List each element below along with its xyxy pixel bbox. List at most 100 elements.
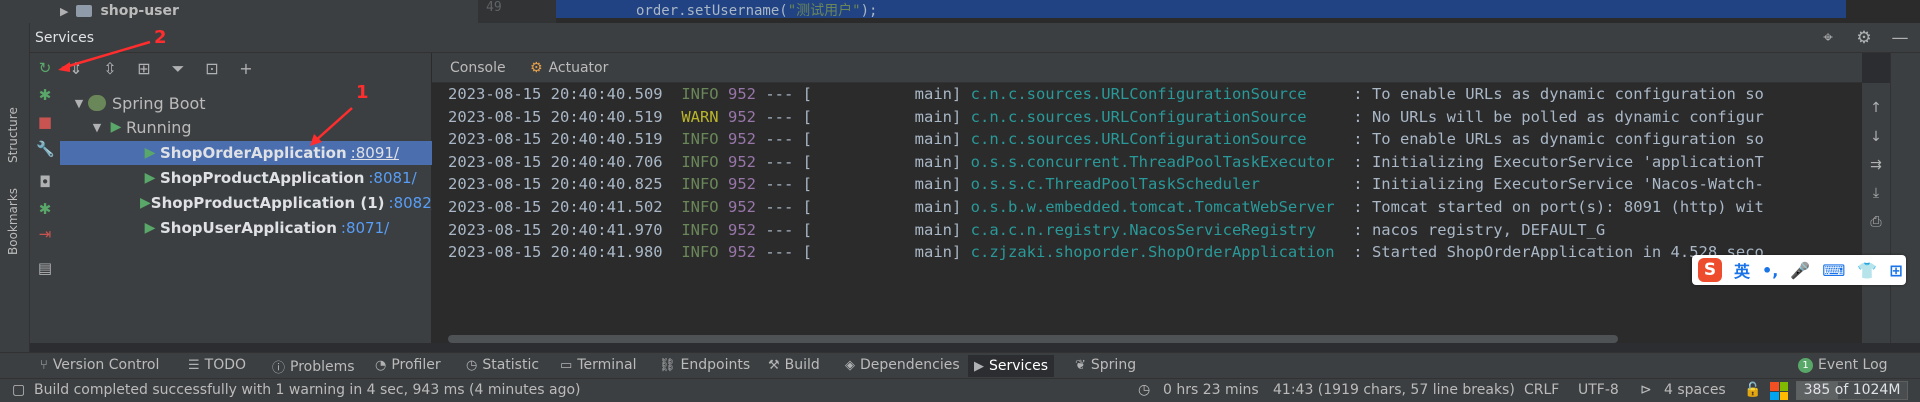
expand-all-icon[interactable]: ⇕ <box>66 59 86 79</box>
code-line[interactable]: order.setUsername("测试用户"); <box>556 0 1846 19</box>
tool-window-endpoints[interactable]: ⛓ Endpoints <box>659 357 750 373</box>
tool-window-version-control[interactable]: ⑂ Version Control <box>40 357 159 373</box>
wrench-icon[interactable]: 🔧 <box>36 140 55 158</box>
app-port-link[interactable]: :8082/ <box>389 194 437 212</box>
tool-window-bar: ⑂ Version Control ☰ TODO ⓘ Problems ◔ Profiler ◷… <box>0 352 1920 378</box>
tree-node-spring-boot[interactable]: ▼ Spring Boot <box>60 91 432 115</box>
status-position[interactable]: 41:43 (1919 chars, 57 line breaks) <box>1273 382 1515 398</box>
services-title: Services <box>35 30 95 46</box>
memory-indicator[interactable]: 385 of 1024M <box>1796 381 1908 400</box>
tool-window-label: Terminal <box>577 357 637 373</box>
timer-icon: ◷ <box>1138 382 1151 398</box>
log-logger[interactable]: c.n.c.sources.URLConfigurationSource <box>971 108 1344 126</box>
project-tree-item[interactable]: ▶ shop-user <box>60 3 179 19</box>
crosshair-icon[interactable]: ⌖ <box>1818 28 1838 48</box>
tool-window-label: Build <box>784 357 820 373</box>
log-line: 2023-08-15 20:40:41.502 INFO 952 --- [ m… <box>448 198 1764 222</box>
tool-window-terminal[interactable]: ▭ Terminal <box>560 357 636 373</box>
ime-punctuation[interactable]: •, <box>1762 261 1778 280</box>
tree-node-app[interactable]: ▶ ShopProductApplication (1):8082/ <box>60 191 437 215</box>
tool-window-profiler[interactable]: ◔ Profiler <box>375 357 441 373</box>
bookmarks-tab[interactable]: Bookmarks <box>6 188 20 255</box>
services-icon: ▶ <box>974 358 984 374</box>
status-encoding[interactable]: UTF-8 <box>1578 382 1619 398</box>
tab-console[interactable]: Console <box>450 60 506 76</box>
log-logger[interactable]: c.n.c.sources.URLConfigurationSource <box>971 130 1344 148</box>
annotation-label-1: 1 <box>356 82 369 103</box>
grid-icon[interactable]: ⊞ <box>1889 261 1902 280</box>
log-logger[interactable]: c.n.c.sources.URLConfigurationSource <box>971 85 1344 103</box>
log-line: 2023-08-15 20:40:40.706 INFO 952 --- [ m… <box>448 153 1764 177</box>
code-text: order.setUsername( <box>636 3 788 19</box>
app-port-link[interactable]: :8081/ <box>368 169 416 187</box>
ime-logo: S <box>1698 258 1722 282</box>
soft-wrap-icon[interactable]: ⇉ <box>1867 156 1885 174</box>
tool-window-problems[interactable]: ⓘ Problems <box>272 357 355 377</box>
collapse-all-icon[interactable]: ⇳ <box>100 59 120 79</box>
log-logger[interactable]: c.zjzaki.shoporder.ShopOrderApplication <box>971 243 1344 261</box>
status-bar: ▢ Build completed successfully with 1 wa… <box>0 378 1920 402</box>
app-port-link[interactable]: :8091/ <box>351 144 399 162</box>
event-log-button[interactable]: 1 Event Log <box>1798 357 1888 373</box>
log-line: 2023-08-15 20:40:41.970 INFO 952 --- [ m… <box>448 221 1605 245</box>
profiler-icon: ◔ <box>375 357 387 373</box>
layout-icon[interactable]: ▤ <box>36 259 54 277</box>
debug-attach-icon[interactable]: ✱ <box>36 200 54 218</box>
keyboard-icon[interactable]: ⌨ <box>1822 261 1845 280</box>
tree-node-app[interactable]: ▶ ShopOrderApplication:8091/ <box>60 141 432 165</box>
services-tree-panel: ⇕ ⇳ ⊞ ⏷ ⊡ + ▼ Spring Boot ▼ ▶ Running ▶ S… <box>60 53 437 343</box>
status-indent[interactable]: 4 spaces <box>1664 382 1726 398</box>
status-message[interactable]: Build completed successfully with 1 warn… <box>34 382 581 398</box>
chevron-down-icon: ▼ <box>74 96 84 110</box>
log-line: 2023-08-15 20:40:40.509 INFO 952 --- [ m… <box>448 85 1764 109</box>
ime-language[interactable]: 英 <box>1734 258 1750 282</box>
status-timer[interactable]: 0 hrs 23 mins <box>1163 382 1259 398</box>
print-icon[interactable]: ⎙ <box>1867 213 1885 231</box>
status-toggle-icon[interactable]: ▢ <box>12 382 25 398</box>
editor-strip: ▶ shop-user 49 order.setUsername("测试用户")… <box>0 0 1920 23</box>
camera-icon[interactable]: ◘ <box>36 173 54 191</box>
lock-icon[interactable]: 🔓 <box>1744 382 1761 398</box>
log-level: INFO <box>681 175 719 194</box>
tool-window-spring[interactable]: ❦ Spring <box>1075 357 1136 373</box>
scroll-to-end-icon[interactable]: ⤓ <box>1867 184 1885 202</box>
app-port-link[interactable]: :8071/ <box>341 219 389 237</box>
tool-window-statistic[interactable]: ◷ Statistic <box>466 357 539 373</box>
tree-node-app[interactable]: ▶ ShopUserApplication:8071/ <box>60 216 432 240</box>
log-logger[interactable]: o.s.s.c.ThreadPoolTaskScheduler <box>971 175 1344 193</box>
structure-tab[interactable]: Structure <box>6 107 20 163</box>
spring-boot-icon <box>88 95 106 111</box>
stop-icon[interactable]: ■ <box>36 113 54 131</box>
arrow-down-icon[interactable]: ↓ <box>1867 128 1885 146</box>
add-icon[interactable]: + <box>236 59 256 79</box>
tool-window-todo[interactable]: ☰ TODO <box>188 357 246 373</box>
exit-icon[interactable]: ⇥ <box>36 225 54 243</box>
status-line-separator[interactable]: CRLF <box>1524 382 1559 398</box>
log-logger[interactable]: o.s.b.w.embedded.tomcat.TomcatWebServer <box>971 198 1344 216</box>
skin-icon[interactable]: 👕 <box>1857 261 1877 280</box>
minimize-icon[interactable]: — <box>1890 28 1910 48</box>
tool-window-build[interactable]: ⚒ Build <box>768 357 820 373</box>
new-tab-icon[interactable]: ⊡ <box>202 59 222 79</box>
tool-window-dependencies[interactable]: ◈ Dependencies <box>845 357 960 373</box>
group-icon[interactable]: ⊞ <box>134 59 154 79</box>
log-logger[interactable]: c.a.c.n.registry.NacosServiceRegistry <box>971 221 1344 239</box>
log-line: 2023-08-15 20:40:41.980 INFO 952 --- [ m… <box>448 243 1764 267</box>
console-output[interactable]: 2023-08-15 20:40:40.509 INFO 952 --- [ m… <box>432 85 1857 330</box>
filter-icon[interactable]: ⏷ <box>168 59 188 79</box>
module-label: shop-user <box>100 3 179 19</box>
log-logger[interactable]: o.s.s.concurrent.ThreadPoolTaskExecutor <box>971 153 1344 171</box>
tree-node-running[interactable]: ▼ ▶ Running <box>60 115 432 139</box>
tab-actuator[interactable]: ⚙ Actuator <box>530 60 608 76</box>
tree-node-app[interactable]: ▶ ShopProductApplication:8081/ <box>60 166 432 190</box>
microphone-icon[interactable]: 🎤 <box>1790 261 1810 280</box>
input-method-bar[interactable]: S 英 •, 🎤 ⌨ 👕 ⊞ <box>1692 255 1906 285</box>
horizontal-scrollbar[interactable] <box>448 335 1618 343</box>
gear-icon[interactable]: ⚙ <box>1854 28 1874 48</box>
rerun-icon[interactable]: ↻ <box>36 59 54 77</box>
tool-window-services[interactable]: ▶ Services <box>968 355 1055 377</box>
arrow-up-icon[interactable]: ↑ <box>1867 99 1885 117</box>
debug-icon[interactable]: ✱ <box>36 86 54 104</box>
log-thread: [ main] <box>802 198 962 216</box>
log-timestamp: 2023-08-15 20:40:40.509 <box>448 85 663 103</box>
